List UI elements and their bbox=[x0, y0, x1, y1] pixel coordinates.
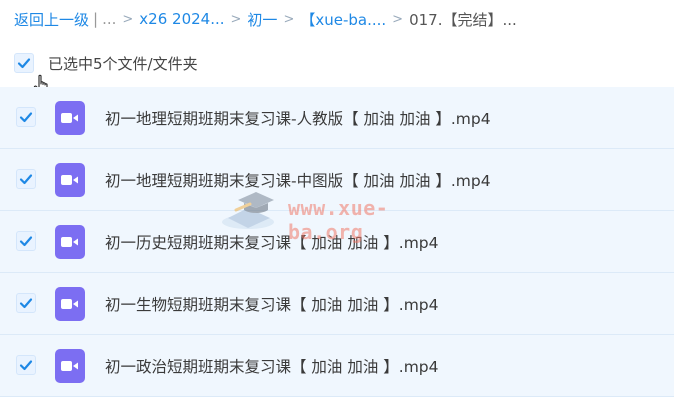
file-checkbox[interactable] bbox=[16, 107, 36, 127]
file-name[interactable]: 初一政治短期班期末复习课【 加油 加油 】.mp4 bbox=[105, 355, 439, 377]
file-name[interactable]: 初一历史短期班期末复习课【 加油 加油 】.mp4 bbox=[105, 231, 439, 253]
breadcrumb-item[interactable]: 初一 bbox=[247, 9, 277, 30]
file-row[interactable]: 初一历史短期班期末复习课【 加油 加油 】.mp4 bbox=[0, 211, 674, 273]
breadcrumb: 返回上一级 | ... > x26 2024... > 初一 > 【xue-ba… bbox=[14, 8, 517, 30]
breadcrumb-separator: > bbox=[122, 11, 134, 27]
file-name[interactable]: 初一地理短期班期末复习课-人教版【 加油 加油 】.mp4 bbox=[105, 107, 491, 129]
video-file-icon bbox=[55, 287, 85, 321]
selection-summary: 已选中5个文件/文件夹 bbox=[48, 54, 198, 73]
check-icon bbox=[19, 174, 33, 185]
file-list: 初一地理短期班期末复习课-人教版【 加油 加油 】.mp4 初一地理短期班期末复… bbox=[0, 87, 674, 397]
video-file-icon bbox=[55, 225, 85, 259]
file-row[interactable]: 初一地理短期班期末复习课-中图版【 加油 加油 】.mp4 bbox=[0, 149, 674, 211]
breadcrumb-current: 017.【完结】... bbox=[409, 10, 517, 29]
breadcrumb-divider: | bbox=[93, 10, 99, 28]
file-name[interactable]: 初一生物短期班期末复习课【 加油 加油 】.mp4 bbox=[105, 293, 439, 315]
file-checkbox[interactable] bbox=[16, 169, 36, 189]
check-icon bbox=[19, 112, 33, 123]
file-checkbox[interactable] bbox=[16, 293, 36, 313]
check-icon bbox=[19, 360, 33, 371]
video-file-icon bbox=[55, 101, 85, 135]
file-checkbox[interactable] bbox=[16, 231, 36, 251]
file-checkbox[interactable] bbox=[16, 355, 36, 375]
check-icon bbox=[19, 298, 33, 309]
check-icon bbox=[19, 236, 33, 247]
breadcrumb-item[interactable]: x26 2024... bbox=[139, 10, 224, 28]
breadcrumb-separator: > bbox=[283, 11, 295, 27]
file-row[interactable]: 初一政治短期班期末复习课【 加油 加油 】.mp4 bbox=[0, 335, 674, 397]
file-name[interactable]: 初一地理短期班期末复习课-中图版【 加油 加油 】.mp4 bbox=[105, 169, 491, 191]
select-all-bar: 已选中5个文件/文件夹 bbox=[14, 50, 198, 76]
breadcrumb-separator: > bbox=[230, 11, 242, 27]
select-all-checkbox[interactable] bbox=[14, 53, 34, 73]
breadcrumb-separator: > bbox=[392, 11, 404, 27]
video-file-icon bbox=[55, 349, 85, 383]
breadcrumb-item[interactable]: 【xue-ba.... bbox=[300, 9, 386, 30]
breadcrumb-ellipsis[interactable]: ... bbox=[102, 10, 116, 28]
check-icon bbox=[17, 58, 31, 69]
back-link[interactable]: 返回上一级 bbox=[14, 9, 89, 30]
video-file-icon bbox=[55, 163, 85, 197]
file-row[interactable]: 初一地理短期班期末复习课-人教版【 加油 加油 】.mp4 bbox=[0, 87, 674, 149]
file-row[interactable]: 初一生物短期班期末复习课【 加油 加油 】.mp4 bbox=[0, 273, 674, 335]
